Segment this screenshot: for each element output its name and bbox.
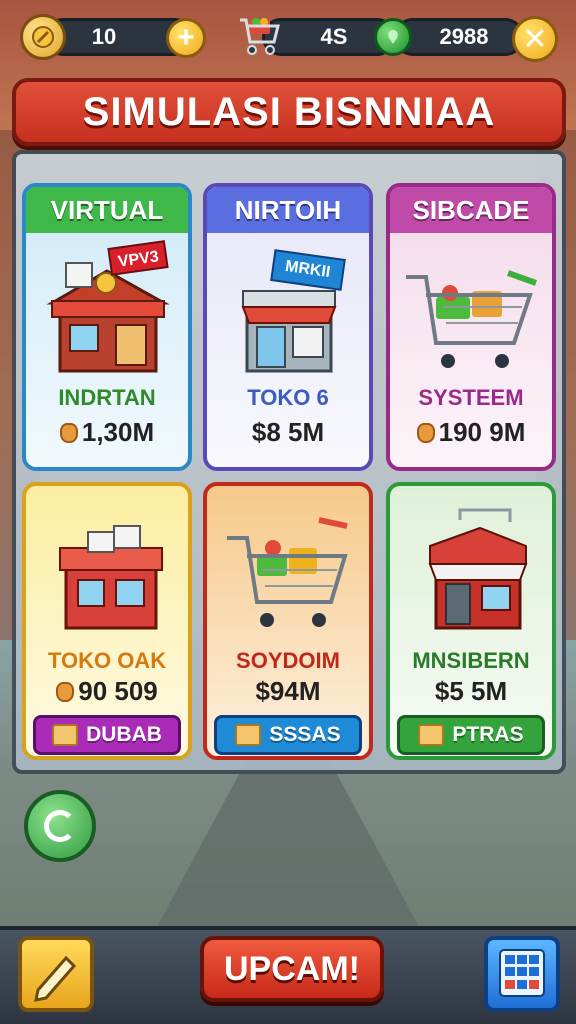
cart-count-value: 4S	[320, 24, 348, 49]
card-price-value: $94M	[255, 676, 321, 706]
card-name: SYSTEEM	[418, 385, 524, 410]
card-header: NIRTOIH	[207, 187, 369, 233]
shop-building-image: VPV3	[26, 233, 188, 383]
card-action-button[interactable]: PTRAS	[397, 715, 545, 755]
card-action-label: SSSAS	[269, 723, 341, 746]
card-price: $8 5M	[207, 417, 369, 448]
card-price-value: 1,30M	[81, 417, 155, 447]
level-value: 10	[91, 24, 117, 49]
edit-icon[interactable]	[18, 936, 94, 1012]
box-icon	[418, 724, 445, 746]
grid-menu-icon[interactable]	[484, 936, 560, 1012]
business-card-toko-oak[interactable]: TOKO OAK 90 509 DUBAB	[22, 482, 192, 760]
card-header: VIRTUAL	[26, 187, 188, 233]
card-price: $5 5M	[390, 676, 552, 707]
business-card-mnsibern[interactable]: MNSIBERN $5 5M PTRAS	[386, 482, 556, 760]
card-price: 1,30M	[26, 417, 188, 448]
box-icon	[52, 724, 79, 746]
page-title: SIMULASI BISNNIAA	[12, 78, 566, 146]
refresh-icon[interactable]	[24, 790, 96, 862]
business-card-virtual[interactable]: VIRTUAL VPV3 INDRTAN 1,30M	[22, 183, 192, 471]
coin-icon[interactable]	[20, 14, 66, 60]
shop-building-image	[26, 486, 188, 646]
card-name: SOYDOIM	[236, 648, 340, 673]
close-icon[interactable]: ✕	[512, 16, 558, 62]
card-name: MNSIBERN	[412, 648, 530, 673]
gem-counter: 2988	[394, 18, 524, 56]
card-price: 90 509	[26, 676, 188, 707]
card-price-value: $5 5M	[434, 676, 508, 706]
money-bag-icon	[56, 681, 75, 702]
card-action-button[interactable]: DUBAB	[33, 715, 181, 755]
card-name: TOKO OAK	[47, 648, 167, 673]
card-price-value: 190 9M	[438, 417, 526, 447]
card-action-label: PTRAS	[452, 723, 524, 746]
gem-icon	[374, 18, 412, 56]
plus-icon[interactable]: +	[166, 18, 206, 58]
business-card-nirtoih[interactable]: NIRTOIH MRKII TOKO 6 $8 5M	[203, 183, 373, 471]
business-card-soydoim[interactable]: SOYDOIM $94M SSSAS	[203, 482, 373, 760]
card-name: INDRTAN	[58, 385, 156, 410]
gem-value: 2988	[439, 24, 489, 49]
card-name: TOKO 6	[247, 385, 329, 410]
money-bag-icon	[416, 422, 435, 443]
card-action-button[interactable]: SSSAS	[214, 715, 362, 755]
money-bag-icon	[59, 422, 78, 443]
card-price-value: $8 5M	[251, 417, 325, 447]
shopping-cart-image	[207, 486, 369, 646]
card-header: SIBCADE	[390, 187, 552, 233]
shop-building-image: MRKII	[207, 233, 369, 383]
card-action-label: DUBAB	[86, 723, 162, 746]
top-hud: 10 + 4S 2988 ✕	[0, 6, 576, 64]
upgrade-button[interactable]: UPCAM!	[200, 936, 384, 1002]
shop-building-image	[390, 486, 552, 646]
shopping-cart-icon	[236, 12, 284, 60]
box-icon	[235, 724, 262, 746]
card-price: $94M	[207, 676, 369, 707]
shopping-cart-image	[390, 233, 552, 383]
card-price: 190 9M	[390, 417, 552, 448]
card-price-value: 90 509	[78, 676, 158, 706]
business-card-sibcade[interactable]: SIBCADE SYSTEEM 190 9M	[386, 183, 556, 471]
